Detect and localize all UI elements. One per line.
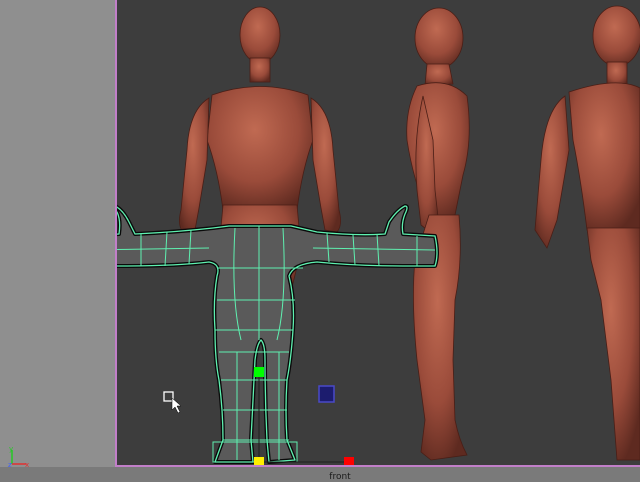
viewport-name-label: front [329,472,351,482]
back-reference-figure [534,5,640,461]
yellow-handle[interactable] [254,457,264,465]
selection-cursor-icon [163,391,182,414]
green-handle[interactable] [254,367,264,377]
modeling-viewport[interactable] [115,0,640,467]
left-panel [0,0,115,480]
wireframe-mesh[interactable] [117,204,439,464]
axis-gizmo: y x z [6,444,36,472]
viewport-canvas[interactable] [117,0,640,465]
red-handle[interactable] [344,457,354,465]
x-axis-label: x [25,461,29,469]
y-axis-label: y [9,445,13,453]
blue-handle[interactable] [318,385,335,403]
z-axis-label: z [8,461,12,469]
